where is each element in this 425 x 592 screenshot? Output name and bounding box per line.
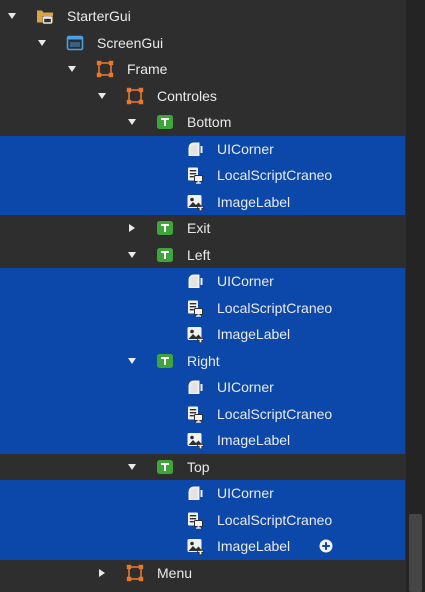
tree-row-screengui[interactable]: ScreenGui xyxy=(0,30,405,57)
tree-row-frame[interactable]: Frame xyxy=(0,56,405,83)
expand-arrow-down-icon[interactable] xyxy=(66,63,78,75)
tree-item-label: Right xyxy=(187,352,220,369)
expand-arrow-down-icon[interactable] xyxy=(126,355,138,367)
frame-icon xyxy=(126,564,144,582)
ui-corner-icon xyxy=(186,140,204,158)
tree-item-label: StarterGui xyxy=(67,8,131,24)
text-button-icon xyxy=(156,219,174,237)
vertical-scrollbar[interactable] xyxy=(406,0,425,592)
image-label-icon xyxy=(186,537,204,556)
scrollbar-thumb[interactable] xyxy=(409,514,422,592)
tree-item-label: LocalScriptCraneo xyxy=(217,511,333,528)
tree-item-label: LocalScriptCraneo xyxy=(217,167,333,183)
tree-row-controles[interactable]: Controles xyxy=(0,83,405,110)
expand-arrow-down-icon[interactable] xyxy=(126,461,138,473)
local-script-icon xyxy=(186,299,204,317)
explorer-panel: { "tree": [ {"label": "StarterGui", "ico… xyxy=(0,0,425,592)
tree-item-label: Bottom xyxy=(187,114,232,130)
tree-item-label: ScreenGui xyxy=(97,34,164,51)
image-label-icon xyxy=(186,431,204,450)
tree-row-uicorner[interactable]: UICorner xyxy=(0,480,405,507)
expand-arrow-down-icon[interactable] xyxy=(6,10,18,22)
text-button-icon xyxy=(156,352,174,370)
tree-row-imagelabel[interactable]: ImageLabel xyxy=(0,427,405,454)
tree-item-label: Controles xyxy=(157,87,217,104)
expand-arrow-right-icon[interactable] xyxy=(126,222,138,234)
tree-item-label: LocalScriptCraneo xyxy=(217,405,333,422)
text-button-icon xyxy=(156,458,174,476)
tree-row-menu[interactable]: Menu xyxy=(0,560,405,587)
folder-gui-icon xyxy=(36,7,54,25)
tree-row-uicorner[interactable]: UICorner xyxy=(0,268,405,295)
tree-row-left[interactable]: Left xyxy=(0,242,405,269)
frame-icon xyxy=(126,87,144,105)
tree-row-imagelabel[interactable]: ImageLabel xyxy=(0,188,405,215)
expand-arrow-down-icon[interactable] xyxy=(96,90,108,102)
frame-icon xyxy=(96,60,114,78)
tree-row-localscriptcraneo[interactable]: LocalScriptCraneo xyxy=(0,506,405,533)
tree-item-label: ImageLabel xyxy=(217,538,291,554)
tree-row-startergui[interactable]: StarterGui xyxy=(0,3,405,30)
explorer-tree: StarterGui ScreenGui Frame Controles Bottom U… xyxy=(0,3,405,586)
tree-item-label: ImageLabel xyxy=(217,193,291,210)
tree-row-localscriptcraneo[interactable]: LocalScriptCraneo xyxy=(0,162,405,189)
expand-arrow-down-icon[interactable] xyxy=(36,37,48,49)
local-script-icon xyxy=(186,405,204,423)
tree-row-localscriptcraneo[interactable]: LocalScriptCraneo xyxy=(0,294,405,321)
text-button-icon xyxy=(156,246,174,264)
tree-item-label: Exit xyxy=(187,220,211,236)
expand-arrow-right-icon[interactable] xyxy=(96,567,108,579)
tree-item-label: ImageLabel xyxy=(217,326,291,342)
tree-item-label: UICorner xyxy=(217,140,274,157)
tree-item-label: ImageLabel xyxy=(217,432,291,448)
tree-item-label: UICorner xyxy=(217,273,274,289)
tree-item-label: LocalScriptCraneo xyxy=(217,299,333,316)
screen-gui-icon xyxy=(66,34,84,52)
tree-item-label: UICorner xyxy=(217,379,274,395)
tree-row-top[interactable]: Top xyxy=(0,454,405,481)
ui-corner-icon xyxy=(186,272,204,290)
image-label-icon xyxy=(186,325,204,344)
ui-corner-icon xyxy=(186,484,204,502)
tree-row-bottom[interactable]: Bottom xyxy=(0,109,405,136)
tree-item-label: Top xyxy=(187,458,210,475)
tree-item-label: Menu xyxy=(157,564,193,581)
tree-row-uicorner[interactable]: UICorner xyxy=(0,374,405,401)
tree-row-imagelabel[interactable]: ImageLabel xyxy=(0,533,405,560)
tree-row-imagelabel[interactable]: ImageLabel xyxy=(0,321,405,348)
expand-arrow-down-icon[interactable] xyxy=(126,116,138,128)
local-script-icon xyxy=(186,511,204,529)
local-script-icon xyxy=(186,166,204,184)
ui-corner-icon xyxy=(186,378,204,396)
tree-item-label: Frame xyxy=(127,61,168,77)
tree-item-label: Left xyxy=(187,246,211,263)
tree-row-exit[interactable]: Exit xyxy=(0,215,405,242)
tree-row-uicorner[interactable]: UICorner xyxy=(0,135,405,162)
add-object-icon[interactable] xyxy=(319,539,333,553)
tree-item-label: UICorner xyxy=(217,485,274,501)
tree-row-right[interactable]: Right xyxy=(0,347,405,374)
expand-arrow-down-icon[interactable] xyxy=(126,249,138,261)
text-button-icon xyxy=(156,113,174,131)
image-label-icon xyxy=(186,193,204,211)
tree-row-localscriptcraneo[interactable]: LocalScriptCraneo xyxy=(0,400,405,427)
